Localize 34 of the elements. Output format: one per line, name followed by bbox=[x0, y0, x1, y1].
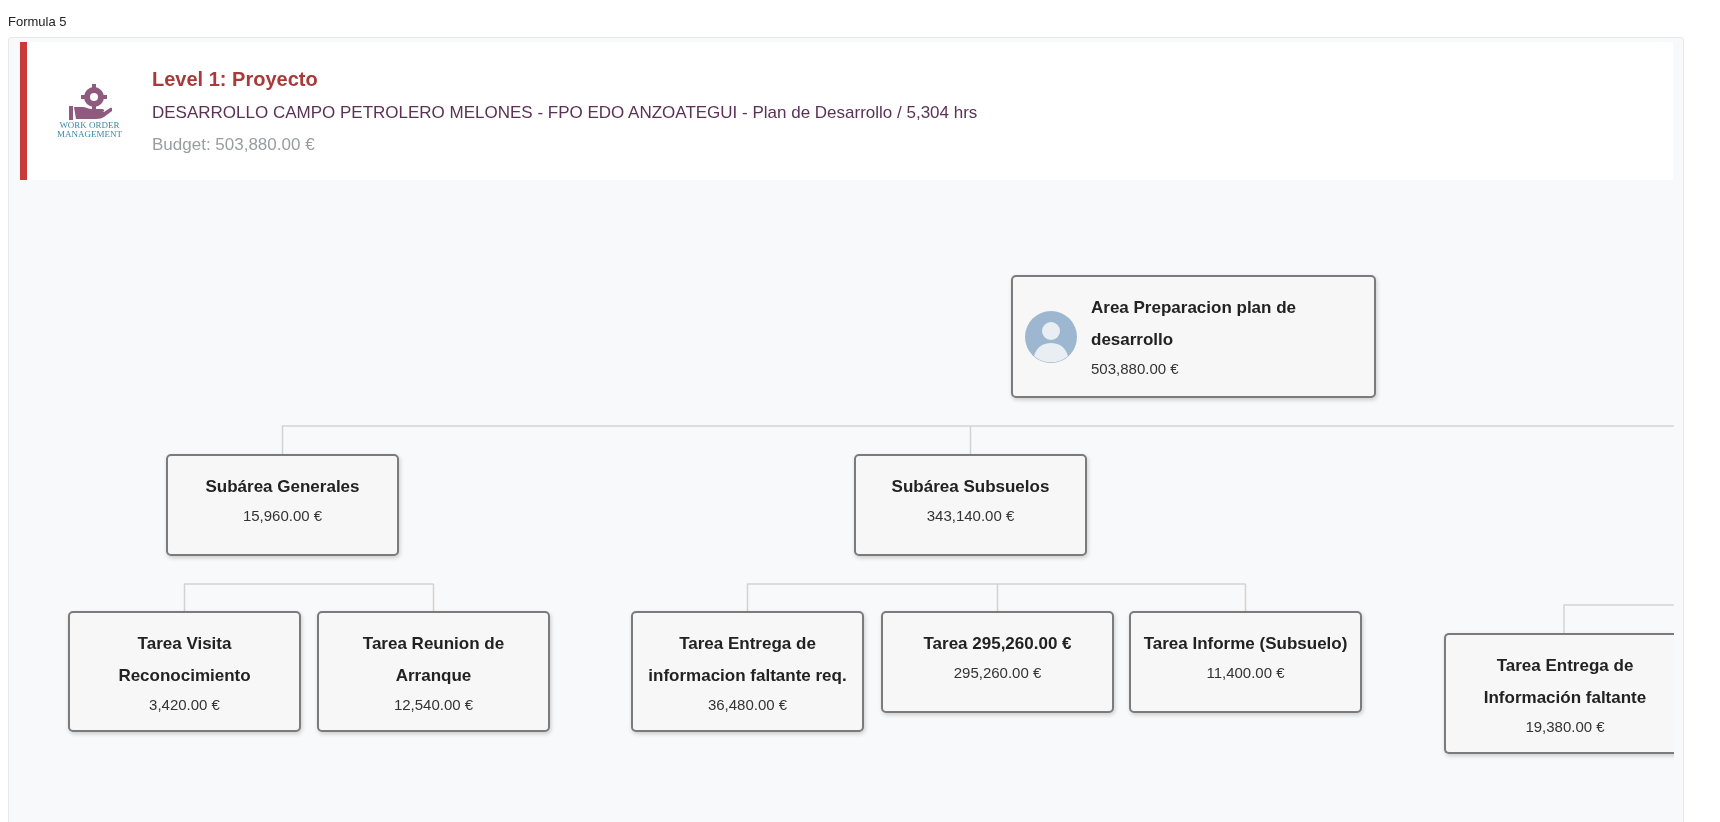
org-node[interactable]: Area Preparacion plan de desarrollo 503,880.00 € bbox=[1011, 275, 1376, 398]
org-node[interactable]: Tarea Informe (Subsuelo) 11,400.00 € bbox=[1129, 611, 1362, 713]
node-amount: 15,960.00 € bbox=[241, 506, 324, 526]
org-node[interactable]: Tarea 295,260.00 € 295,260.00 € bbox=[881, 611, 1114, 713]
node-title: Tarea Entrega de Información faltante bbox=[1482, 655, 1648, 709]
org-node[interactable]: Subárea Subsuelos 343,140.00 € bbox=[854, 454, 1087, 556]
node-amount: 295,260.00 € bbox=[952, 663, 1043, 683]
org-node[interactable]: Tarea Entrega de Información faltante 19,380.00 € bbox=[1444, 633, 1674, 754]
budget-text: Budget: 503,880.00 € bbox=[152, 134, 316, 155]
node-title: Tarea Informe (Subsuelo) bbox=[1142, 633, 1349, 655]
node-amount: 343,140.00 € bbox=[925, 506, 1016, 526]
node-amount: 36,480.00 € bbox=[706, 695, 789, 715]
node-amount: 503,880.00 € bbox=[1091, 358, 1180, 379]
node-amount: 12,540.00 € bbox=[392, 695, 475, 715]
node-title: Tarea Entrega de informacion faltante req. bbox=[647, 633, 848, 687]
node-amount: 3,420.00 € bbox=[148, 695, 221, 715]
logo-text: WORK ORDER MANAGEMENT bbox=[56, 121, 123, 139]
avatar-icon bbox=[1025, 310, 1077, 363]
level-title: Level 1: Proyecto bbox=[152, 67, 319, 91]
org-node[interactable]: Tarea Visita Reconocimiento 3,420.00 € bbox=[68, 611, 301, 732]
node-title: Subárea Generales bbox=[204, 476, 361, 498]
page-title: Formula 5 bbox=[7, 13, 68, 24]
node-title: Tarea Reunion de Arranque bbox=[361, 633, 506, 687]
project-description: DESARROLLO CAMPO PETROLERO MELONES - FPO EDO ANZOATEGUI - Plan de Desarrollo / 5,304 hrs bbox=[152, 102, 978, 123]
node-amount: 11,400.00 € bbox=[1205, 663, 1286, 683]
node-title: Area Preparacion plan de desarrollo bbox=[1091, 296, 1298, 351]
org-node[interactable]: Tarea Entrega de informacion faltante req. 36,480.00 € bbox=[631, 611, 864, 732]
node-title: Tarea Visita Reconocimiento bbox=[117, 633, 252, 687]
org-node[interactable]: Subárea Generales 15,960.00 € bbox=[166, 454, 399, 556]
node-title: Subárea Subsuelos bbox=[890, 476, 1051, 498]
org-node[interactable]: Tarea Reunion de Arranque 12,540.00 € bbox=[317, 611, 550, 732]
node-amount: 19,380.00 € bbox=[1524, 717, 1606, 737]
node-title: Tarea 295,260.00 € bbox=[922, 633, 1073, 655]
gear-hand-icon bbox=[67, 83, 112, 121]
